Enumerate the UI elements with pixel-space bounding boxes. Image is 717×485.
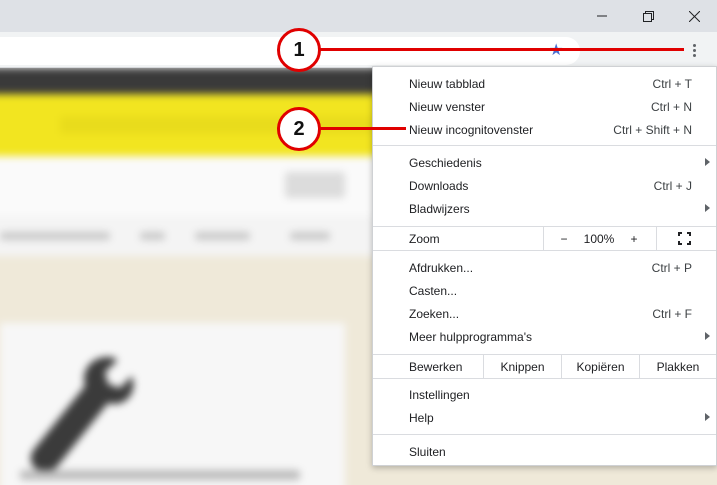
menu-item-shortcut: Ctrl + P: [651, 260, 692, 275]
menu-separator: [373, 145, 716, 146]
menu-item-settings[interactable]: Instellingen: [373, 383, 716, 406]
submenu-arrow-icon: [705, 332, 710, 340]
menu-item-label: Instellingen: [409, 387, 470, 402]
menu-item-shortcut: Ctrl + Shift + N: [613, 122, 692, 137]
callout-line-2: [320, 127, 406, 130]
menu-item-new-incognito-window[interactable]: Nieuw incognitovenster Ctrl + Shift + N: [373, 118, 716, 141]
menu-item-find[interactable]: Zoeken... Ctrl + F: [373, 302, 716, 325]
menu-item-label: Geschiedenis: [409, 155, 482, 170]
callout-line-1: [320, 48, 684, 51]
zoom-label: Zoom: [409, 232, 440, 246]
menu-item-new-window[interactable]: Nieuw venster Ctrl + N: [373, 95, 716, 118]
edit-row: Bewerken Knippen Kopiëren Plakken: [373, 355, 716, 378]
menu-item-downloads[interactable]: Downloads Ctrl + J: [373, 174, 716, 197]
menu-separator: [373, 250, 716, 251]
close-icon[interactable]: [671, 0, 717, 32]
zoom-level: 100%: [583, 231, 615, 246]
paste-button[interactable]: Plakken: [640, 355, 716, 378]
menu-item-label: Nieuw incognitovenster: [409, 122, 534, 137]
menu-item-label: Bladwijzers: [409, 201, 470, 216]
menu-item-label: Afdrukken...: [409, 260, 474, 275]
fullscreen-icon[interactable]: [678, 232, 691, 245]
browser-screenshot: ★ Nieuw tabblad: [0, 0, 717, 485]
menu-item-label: Help: [409, 410, 434, 425]
menu-item-shortcut: Ctrl + F: [652, 306, 692, 321]
menu-separator: [373, 378, 716, 379]
title-bar: [0, 0, 717, 32]
menu-item-label: Zoeken...: [409, 306, 460, 321]
menu-item-more-tools[interactable]: Meer hulpprogramma's: [373, 325, 716, 348]
menu-item-help[interactable]: Help: [373, 406, 716, 429]
minimize-icon[interactable]: [579, 0, 625, 32]
restore-icon[interactable]: [625, 0, 671, 32]
star-icon[interactable]: ★: [549, 43, 563, 59]
menu-item-print[interactable]: Afdrukken... Ctrl + P: [373, 256, 716, 279]
edit-label: Bewerken: [409, 359, 463, 374]
menu-item-shortcut: Ctrl + J: [653, 178, 692, 193]
menu-item-cast[interactable]: Casten...: [373, 279, 716, 302]
menu-item-shortcut: Ctrl + N: [650, 99, 692, 114]
menu-item-shortcut: Ctrl + T: [652, 76, 692, 91]
menu-item-history[interactable]: Geschiedenis: [373, 151, 716, 174]
menu-item-new-tab[interactable]: Nieuw tabblad Ctrl + T: [373, 72, 716, 95]
zoom-row: Zoom − 100% +: [373, 227, 716, 250]
submenu-arrow-icon: [705, 158, 710, 166]
menu-item-label: Meer hulpprogramma's: [409, 329, 533, 344]
menu-item-bookmarks[interactable]: Bladwijzers: [373, 197, 716, 220]
zoom-out-button[interactable]: −: [549, 227, 579, 250]
menu-item-label: Sluiten: [409, 444, 446, 459]
three-dots-icon[interactable]: [682, 38, 706, 62]
menu-item-label: Nieuw tabblad: [409, 76, 486, 91]
menu-separator: [373, 434, 716, 435]
submenu-arrow-icon: [705, 204, 710, 212]
cut-button[interactable]: Knippen: [484, 355, 561, 378]
callout-2: 2: [277, 107, 321, 151]
copy-button[interactable]: Kopiëren: [562, 355, 639, 378]
menu-item-exit[interactable]: Sluiten: [373, 440, 716, 463]
zoom-divider: [543, 227, 544, 250]
menu-item-label: Nieuw venster: [409, 99, 486, 114]
chrome-main-menu: Nieuw tabblad Ctrl + T Nieuw venster Ctr…: [372, 66, 717, 466]
callout-1: 1: [277, 28, 321, 72]
menu-item-label: Downloads: [409, 178, 469, 193]
zoom-in-button[interactable]: +: [619, 227, 649, 250]
submenu-arrow-icon: [705, 413, 710, 421]
zoom-divider: [656, 227, 657, 250]
wrench-icon: [30, 357, 134, 473]
menu-item-label: Casten...: [409, 283, 458, 298]
